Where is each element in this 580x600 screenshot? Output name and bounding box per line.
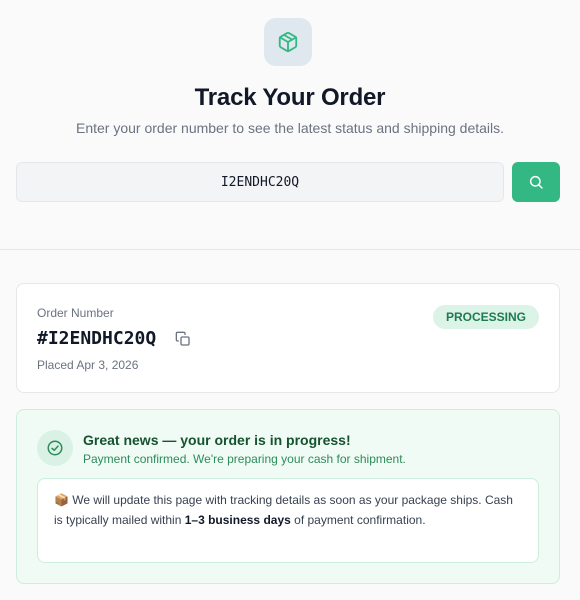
- shipping-timeframe: 1–3 business days: [184, 512, 291, 527]
- order-number-label: Order Number: [37, 306, 114, 320]
- status-badge: PROCESSING: [432, 305, 539, 329]
- order-summary-card: Order Number #I2ENDHC20Q Placed Apr 3, 2…: [16, 283, 560, 393]
- search-icon: [529, 175, 543, 189]
- progress-subtext: Payment confirmed. We're preparing your …: [83, 452, 406, 466]
- order-progress-card: Great news — your order is in progress! …: [16, 409, 560, 584]
- order-number-value: #I2ENDHC20Q: [37, 328, 157, 349]
- order-placed-date: Placed Apr 3, 2026: [37, 358, 139, 372]
- check-circle-icon: [37, 430, 73, 466]
- search-button[interactable]: [512, 162, 560, 202]
- shipping-note: 📦 We will update this page with tracking…: [37, 478, 539, 563]
- page-title: Track Your Order: [194, 84, 386, 111]
- copy-icon[interactable]: [175, 331, 191, 347]
- order-number-input[interactable]: [16, 162, 504, 202]
- progress-headline: Great news — your order is in progress!: [83, 432, 351, 448]
- package-icon: [264, 18, 312, 66]
- page-subtitle: Enter your order number to see the lates…: [75, 120, 505, 136]
- section-divider: [0, 249, 580, 250]
- shipping-note-text-end: of payment confirmation.: [294, 512, 426, 527]
- package-emoji-icon: 📦: [54, 493, 69, 507]
